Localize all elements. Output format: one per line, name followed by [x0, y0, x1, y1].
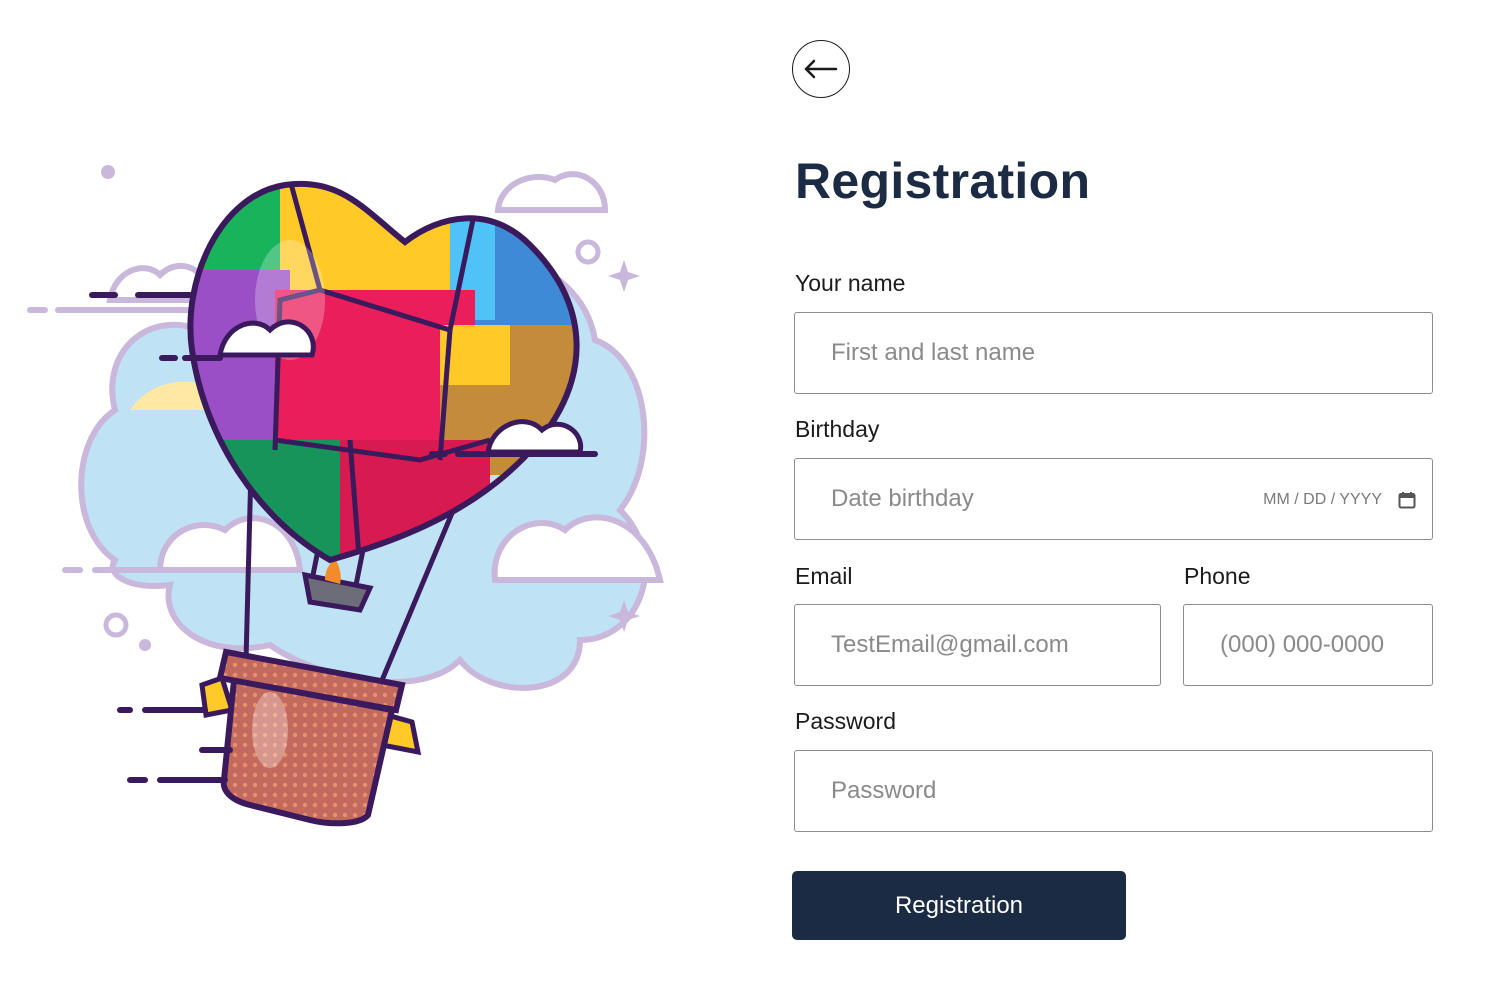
phone-input[interactable] — [1218, 630, 1432, 660]
name-label: Your name — [795, 270, 906, 296]
registration-button[interactable]: Registration — [792, 871, 1126, 940]
hot-air-balloon-illustration — [27, 165, 664, 827]
phone-field[interactable] — [1183, 604, 1433, 686]
password-input[interactable] — [829, 776, 1432, 806]
email-field[interactable] — [794, 604, 1161, 686]
email-input[interactable] — [829, 630, 1160, 660]
back-button[interactable] — [792, 40, 850, 98]
name-input[interactable] — [829, 338, 1432, 368]
birthday-label: Birthday — [795, 416, 880, 442]
birthday-field[interactable]: MM / DD / YYYY — [794, 458, 1433, 540]
email-label: Email — [795, 563, 853, 589]
phone-label: Phone — [1184, 563, 1251, 589]
password-label: Password — [795, 708, 896, 734]
birthday-input[interactable] — [829, 484, 1213, 514]
calendar-icon[interactable] — [1398, 491, 1416, 509]
balloon-basket — [117, 648, 422, 827]
page-title: Registration — [795, 153, 1091, 209]
arrow-left-icon — [804, 59, 838, 79]
name-field[interactable] — [794, 312, 1433, 394]
password-field[interactable] — [794, 750, 1433, 832]
date-format-hint: MM / DD / YYYY — [1263, 491, 1382, 508]
